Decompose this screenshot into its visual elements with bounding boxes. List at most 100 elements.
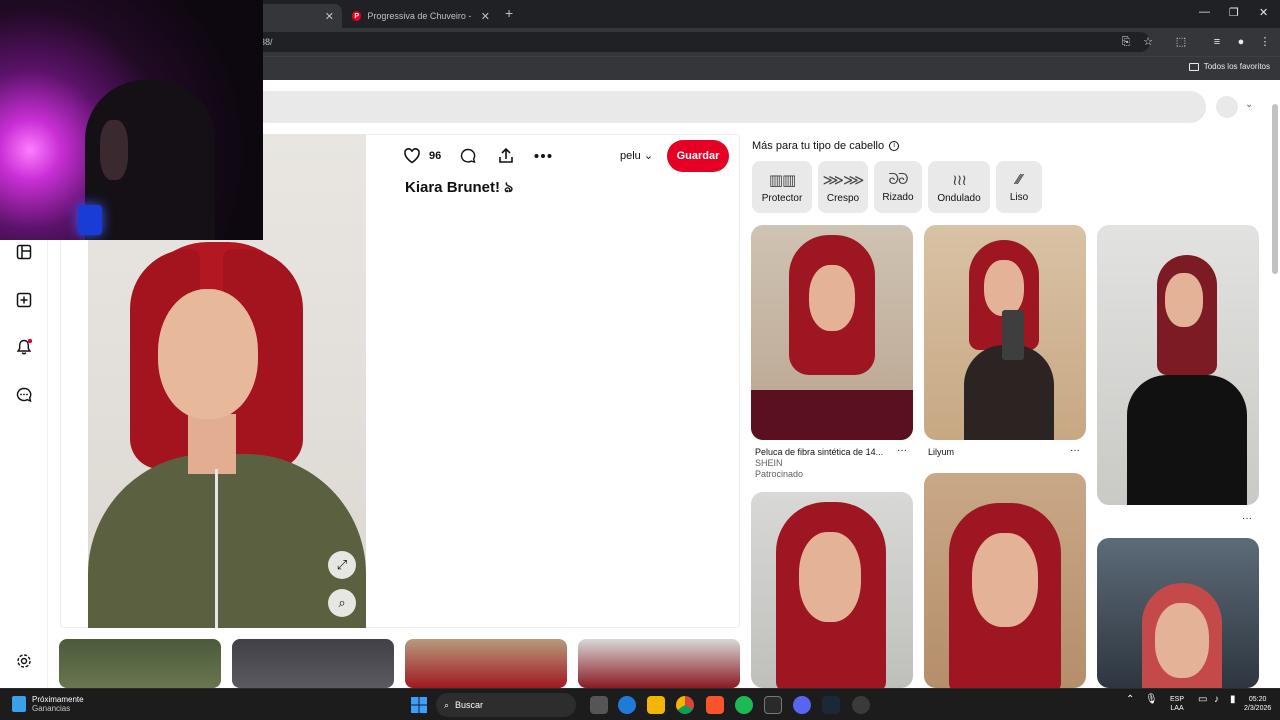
more-pin-2[interactable] xyxy=(232,639,394,688)
heart-icon[interactable] xyxy=(403,147,421,165)
search-input[interactable] xyxy=(240,91,1206,123)
search-icon: ⌕ xyxy=(444,699,450,710)
chevron-down-icon: ⌄ xyxy=(643,150,654,162)
app-icon[interactable] xyxy=(852,696,870,714)
language-indicator[interactable]: ESP LAA xyxy=(1170,695,1184,713)
tab-title: Progressiva de Chuveiro - Cabe xyxy=(367,11,470,21)
brave-icon[interactable] xyxy=(706,696,724,714)
board-icon[interactable] xyxy=(16,244,32,260)
network-icon[interactable]: ▭ xyxy=(1198,695,1207,705)
messages-icon[interactable] xyxy=(16,387,32,403)
install-icon[interactable]: ⎘ xyxy=(1119,35,1133,49)
discord-icon[interactable] xyxy=(793,696,811,714)
share-icon[interactable] xyxy=(497,147,515,165)
close-window-icon[interactable]: ✕ xyxy=(1259,6,1268,19)
scrollbar-thumb[interactable] xyxy=(1272,104,1278,274)
all-bookmarks[interactable]: Todos los favoritos xyxy=(1188,62,1270,71)
sponsored-label: Patrocinado xyxy=(755,469,804,479)
related-pin-6[interactable] xyxy=(1097,538,1259,688)
board-selector[interactable]: pelu ⌄ xyxy=(620,149,653,162)
bookmark-star-icon[interactable]: ☆ xyxy=(1141,35,1155,49)
taskbar: Próximamente Ganancias ⌕ Buscar ⌃ 🎙 ESP … xyxy=(0,688,1280,720)
related-pin-2[interactable] xyxy=(924,225,1086,440)
weather-widget[interactable]: Próximamente Ganancias xyxy=(12,695,84,713)
epic-games-icon[interactable] xyxy=(764,696,782,714)
related-heading: Más para tu tipo de cabello i xyxy=(752,140,900,152)
protector-icon: ▥▥ xyxy=(768,171,796,189)
search-label: Buscar xyxy=(455,700,484,710)
ondulado-icon: ≀≀≀ xyxy=(952,171,967,189)
chip-label: Ondulado xyxy=(937,192,981,204)
chip-rizado[interactable]: ᘐᘐ Rizado xyxy=(874,161,922,213)
save-button[interactable]: Guardar xyxy=(667,140,729,172)
task-view-icon[interactable] xyxy=(590,696,608,714)
expand-icon[interactable]: ⤢ xyxy=(328,551,356,579)
related-pin-5[interactable] xyxy=(924,473,1086,688)
avatar[interactable] xyxy=(1216,96,1238,118)
menu-icon[interactable]: ⋮ xyxy=(1258,35,1272,49)
chip-label: Crespo xyxy=(826,192,860,204)
notifications-icon[interactable] xyxy=(16,339,32,355)
pin-caption[interactable]: Lilyum xyxy=(928,447,954,457)
all-bookmarks-label: Todos los favoritos xyxy=(1203,62,1270,71)
related-pin-3[interactable] xyxy=(1097,225,1259,505)
pin-title: Kiara Brunet! ঌ xyxy=(405,179,514,196)
like-count: 96 xyxy=(429,150,442,162)
tab-pinterest[interactable]: P Progressiva de Chuveiro - Cabe ✕ xyxy=(344,4,498,28)
more-options-icon[interactable] xyxy=(534,152,552,160)
taskbar-search[interactable]: ⌕ Buscar xyxy=(436,693,576,717)
restore-icon[interactable]: ❐ xyxy=(1229,6,1239,19)
tray-chevron-icon[interactable]: ⌃ xyxy=(1126,695,1134,705)
clock[interactable]: 05:20 2/3/2026 xyxy=(1244,695,1271,713)
chrome-icon[interactable] xyxy=(676,696,694,714)
tab-current[interactable]: ✕ xyxy=(250,4,342,28)
microphone-icon[interactable]: 🎙 xyxy=(1145,695,1158,705)
chip-label: Protector xyxy=(761,192,803,204)
battery-icon[interactable]: ▮ xyxy=(1230,695,1236,705)
more-options-icon[interactable]: ··· xyxy=(1242,513,1252,524)
more-options-icon[interactable]: ··· xyxy=(1070,445,1080,456)
scrollbar[interactable] xyxy=(1272,86,1278,686)
extensions-icon[interactable]: ⬚ xyxy=(1174,35,1188,49)
more-pin-3[interactable] xyxy=(405,639,567,688)
reading-list-icon[interactable]: ≡ xyxy=(1210,35,1224,49)
pin-source: SHEIN xyxy=(755,458,783,468)
more-pin-4[interactable] xyxy=(578,639,740,688)
more-options-icon[interactable]: ··· xyxy=(897,445,907,456)
chip-liso[interactable]: ⁄⁄⁄ Liso xyxy=(996,161,1042,213)
chip-crespo[interactable]: ⋙⋙ Crespo xyxy=(818,161,868,213)
chip-protector[interactable]: ▥▥ Protector xyxy=(752,161,812,213)
edge-icon[interactable] xyxy=(618,696,636,714)
volume-icon[interactable]: ♪ xyxy=(1214,695,1219,705)
close-tab-icon[interactable]: ✕ xyxy=(481,10,490,23)
date: 2/3/2026 xyxy=(1244,705,1272,712)
chevron-down-icon[interactable]: ⌄ xyxy=(1245,99,1253,110)
more-pin-1[interactable] xyxy=(59,639,221,688)
chip-label: Rizado xyxy=(882,192,914,203)
widget-subtitle: Ganancias xyxy=(32,704,71,713)
create-icon[interactable] xyxy=(16,292,32,308)
chip-ondulado[interactable]: ≀≀≀ Ondulado xyxy=(928,161,990,213)
steam-icon[interactable] xyxy=(822,696,840,714)
info-icon[interactable]: i xyxy=(889,141,900,151)
address-bar[interactable]: 38/ xyxy=(250,32,1150,52)
related-pin-4[interactable] xyxy=(751,492,913,688)
close-tab-icon[interactable]: ✕ xyxy=(325,10,334,23)
pinterest-icon: P xyxy=(352,11,362,21)
visual-search-icon[interactable]: ⌕ xyxy=(328,589,356,617)
profile-icon[interactable]: ● xyxy=(1234,35,1248,49)
start-icon[interactable] xyxy=(410,696,428,714)
comment-icon[interactable] xyxy=(460,148,476,164)
lang-top: ESP xyxy=(1170,696,1185,703)
new-tab-icon[interactable]: + xyxy=(505,5,513,21)
file-explorer-icon[interactable] xyxy=(647,696,665,714)
related-pin-1[interactable] xyxy=(751,225,913,440)
spotify-icon[interactable] xyxy=(735,696,753,714)
pin-caption[interactable]: Peluca de fibra sintética de 14... xyxy=(755,447,890,457)
time: 05:20 xyxy=(1248,696,1267,703)
folder-icon xyxy=(1188,62,1199,71)
liso-icon: ⁄⁄⁄ xyxy=(1016,171,1022,188)
chip-label: Liso xyxy=(1009,192,1029,203)
settings-icon[interactable] xyxy=(16,653,32,669)
minimize-icon[interactable]: — xyxy=(1199,6,1210,18)
